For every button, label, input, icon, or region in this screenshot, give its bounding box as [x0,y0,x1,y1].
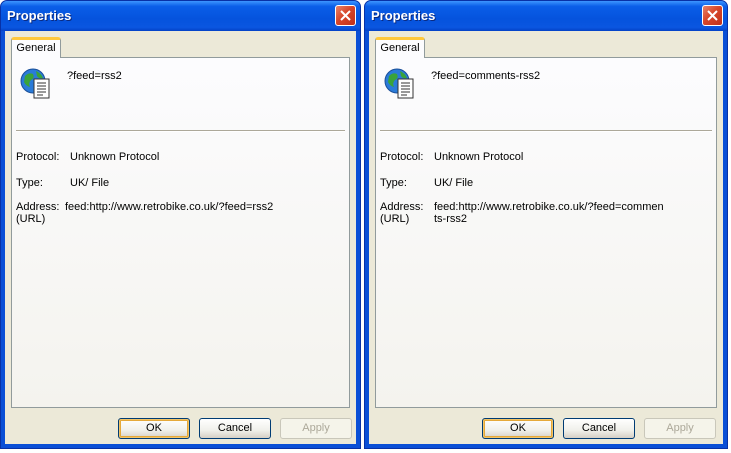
cancel-button[interactable]: Cancel [199,418,271,439]
tab-panel-general: ?feed=comments-rss2 Protocol: Unknown Pr… [375,57,717,408]
close-icon [340,10,351,21]
type-value: UK/ File [70,177,110,189]
type-value: UK/ File [434,177,474,189]
dialog-body: General ?feed=rss2 Protocol: Unknown Pro… [5,31,356,444]
protocol-value: Unknown Protocol [434,151,524,163]
separator [380,130,712,132]
apply-button[interactable]: Apply [644,418,716,439]
address-value: feed:http://www.retrobike.co.uk/?feed=rs… [65,201,274,213]
tab-general[interactable]: General [375,37,425,58]
cancel-button[interactable]: Cancel [563,418,635,439]
file-name: ?feed=rss2 [67,70,122,82]
ok-button[interactable]: OK [118,418,190,439]
type-label: Type: [380,177,407,189]
close-icon [707,10,718,21]
title-bar[interactable]: Properties [365,1,727,31]
protocol-label: Protocol: [16,151,60,163]
close-button[interactable] [702,5,723,26]
apply-button[interactable]: Apply [280,418,352,439]
internet-shortcut-icon [384,68,414,99]
tab-general[interactable]: General [11,37,61,58]
properties-dialog-2: Properties General ?feed=comments-rss2 P… [364,0,728,449]
internet-shortcut-icon [20,68,50,99]
address-label: Address: (URL) [16,201,60,225]
properties-dialog-1: Properties General ?feed=rss2 Protocol: … [0,0,361,449]
close-button[interactable] [335,5,356,26]
separator [16,130,345,132]
address-value: feed:http://www.retrobike.co.uk/?feed=co… [434,201,664,225]
title-bar[interactable]: Properties [1,1,360,31]
address-label: Address: (URL) [380,201,424,225]
protocol-value: Unknown Protocol [70,151,160,163]
tab-panel-general: ?feed=rss2 Protocol: Unknown Protocol Ty… [11,57,350,408]
window-title: Properties [371,8,436,23]
type-label: Type: [16,177,43,189]
dialog-body: General ?feed=comments-rss2 Protocol: Un… [369,31,723,444]
ok-button[interactable]: OK [482,418,554,439]
window-title: Properties [7,8,72,23]
file-name: ?feed=comments-rss2 [431,70,541,82]
protocol-label: Protocol: [380,151,424,163]
